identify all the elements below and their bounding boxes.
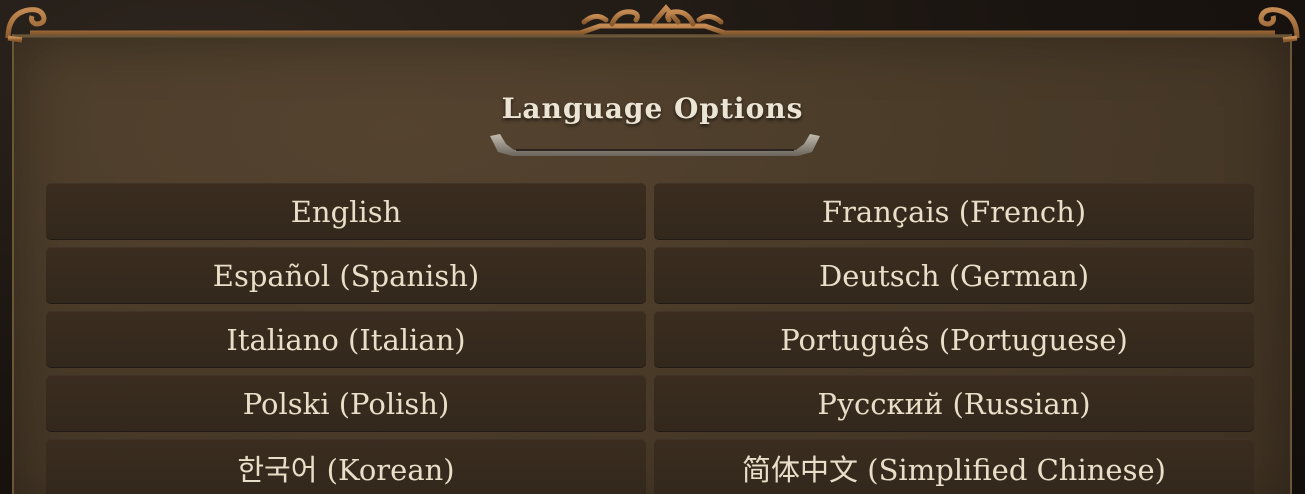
page-title: Language Options [501,92,804,125]
language-options-screen: Language Options English Français (Frenc… [0,0,1305,494]
language-option-spanish[interactable]: Español (Spanish) [46,247,646,304]
title-divider-ornament [490,134,820,156]
language-option-portuguese[interactable]: Português (Portuguese) [654,311,1254,368]
ornamental-frame-border [5,4,1300,43]
language-option-french[interactable]: Français (French) [654,183,1254,240]
language-option-italian[interactable]: Italiano (Italian) [46,311,646,368]
crest-ornament-icon [581,4,724,27]
language-option-english[interactable]: English [46,183,646,240]
language-grid: English Français (French) Español (Spani… [46,183,1254,494]
language-option-simplified-chinese[interactable]: 简体中文 (Simplified Chinese) [654,439,1254,494]
language-option-russian[interactable]: Русский (Russian) [654,375,1254,432]
language-option-korean[interactable]: 한국어 (Korean) [46,439,646,494]
language-option-polish[interactable]: Polski (Polish) [46,375,646,432]
language-option-german[interactable]: Deutsch (German) [654,247,1254,304]
